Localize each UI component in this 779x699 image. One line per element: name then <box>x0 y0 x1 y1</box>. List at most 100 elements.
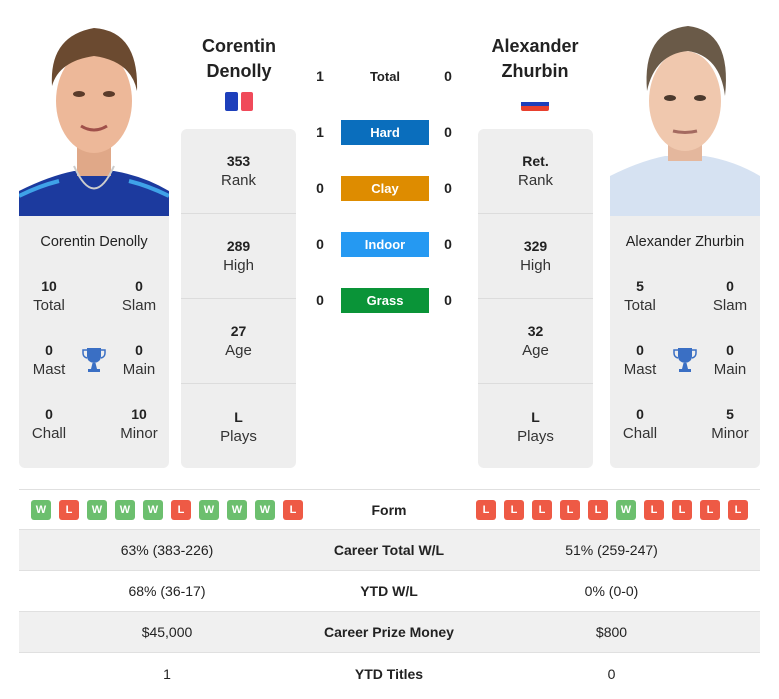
form-loss-badge[interactable]: L <box>504 499 524 520</box>
title-value: 0 <box>726 278 734 294</box>
h2h-p1-wins: 1 <box>316 68 324 84</box>
player1-card-name: Corentin Denolly <box>40 234 148 250</box>
form-win-badge[interactable]: W <box>143 499 163 520</box>
titles-minor: 10 Minor <box>109 404 169 444</box>
h2h-p1-wins: 0 <box>316 292 324 308</box>
form-win-badge[interactable]: W <box>87 499 107 520</box>
titles-minor: 5 Minor <box>700 404 760 444</box>
comparison-table: 63% (383-226) Career Total W/L 51% (259-… <box>19 530 760 694</box>
title-value: 10 <box>41 278 57 294</box>
stat-label: Age <box>225 342 252 359</box>
player2-form: LLLLLWLLLL <box>476 499 748 520</box>
title-value: 0 <box>636 342 644 358</box>
form-loss-badge[interactable]: L <box>59 499 79 520</box>
table-row: 1 YTD Titles 0 <box>19 653 760 694</box>
stat-value: 329 <box>523 238 548 254</box>
surface-badge-indoor[interactable]: Indoor <box>341 231 429 257</box>
player1-name-heading[interactable]: Corentin Denolly <box>174 34 304 84</box>
form-win-badge[interactable]: W <box>199 499 219 520</box>
player1-portrait-image <box>19 16 169 216</box>
player1-value: $45,000 <box>141 624 193 640</box>
player2-high: 329 High <box>478 214 593 299</box>
player2-photo <box>610 16 760 216</box>
title-label: Main <box>122 361 156 378</box>
player1-last-name: Denolly <box>206 61 272 81</box>
form-win-badge[interactable]: W <box>616 499 636 520</box>
form-loss-badge[interactable]: L <box>728 499 748 520</box>
surface-badge-hard[interactable]: Hard <box>341 119 429 145</box>
form-loss-badge[interactable]: L <box>171 499 191 520</box>
player2-card-name: Alexander Zhurbin <box>625 234 745 250</box>
stat-label: Rank <box>517 172 554 189</box>
form-win-badge[interactable]: W <box>227 499 247 520</box>
form-loss-badge[interactable]: L <box>476 499 496 520</box>
h2h-p2-wins: 0 <box>444 124 452 140</box>
title-label: Total <box>624 297 656 314</box>
player2-plays: L Plays <box>478 384 593 469</box>
player1-form: WLWWWLWWWL <box>31 499 303 520</box>
stat-value: 27 <box>230 323 247 339</box>
form-loss-badge[interactable]: L <box>283 499 303 520</box>
h2h-p2-wins: 0 <box>444 236 452 252</box>
row-label: Career Prize Money <box>324 624 454 640</box>
titles-mast: 0 Mast <box>610 340 670 380</box>
form-win-badge[interactable]: W <box>115 499 135 520</box>
form-loss-badge[interactable]: L <box>644 499 664 520</box>
stat-value: 32 <box>527 323 544 339</box>
titles-chall: 0 Chall <box>19 404 79 444</box>
title-value: 10 <box>131 406 147 422</box>
player2-stats-panel: Ret. Rank 329 High 32 Age L Plays <box>478 129 593 468</box>
stat-value: 289 <box>226 238 251 254</box>
surface-badge-clay[interactable]: Clay <box>341 175 429 201</box>
title-label: Minor <box>711 425 749 442</box>
stat-value: L <box>531 408 540 425</box>
player2-value: 0 <box>607 665 616 682</box>
france-flag-icon <box>225 92 253 111</box>
title-label: Slam <box>121 297 157 314</box>
player1-value: 1 <box>163 665 171 682</box>
stat-label: High <box>223 257 254 274</box>
stat-label: Plays <box>517 427 554 445</box>
table-row: 63% (383-226) Career Total W/L 51% (259-… <box>19 530 760 571</box>
title-value: 0 <box>45 406 53 422</box>
form-loss-badge[interactable]: L <box>532 499 552 520</box>
form-loss-badge[interactable]: L <box>700 499 720 520</box>
title-label: Minor <box>120 425 158 442</box>
form-loss-badge[interactable]: L <box>588 499 608 520</box>
titles-slam: 0 Slam <box>700 276 760 316</box>
player2-portrait-image <box>610 16 760 216</box>
form-win-badge[interactable]: W <box>255 499 275 520</box>
russia-flag-icon <box>521 97 549 111</box>
title-value: 0 <box>135 342 143 358</box>
player2-name-heading[interactable]: Alexander Zhurbin <box>470 34 600 84</box>
title-label: Chall <box>31 425 67 442</box>
player2-last-name: Zhurbin <box>501 61 569 81</box>
form-loss-badge[interactable]: L <box>560 499 580 520</box>
h2h-p2-wins: 0 <box>444 292 452 308</box>
form-win-badge[interactable]: W <box>31 499 51 520</box>
table-row: $45,000 Career Prize Money $800 <box>19 612 760 653</box>
player2-value: 51% (259-247) <box>565 542 658 558</box>
titles-total: 5 Total <box>610 276 670 316</box>
player1-high: 289 High <box>181 214 296 299</box>
titles-main: 0 Main <box>109 340 169 380</box>
h2h-p2-wins: 0 <box>444 180 452 196</box>
player1-stats-panel: 353 Rank 289 High 27 Age L Plays <box>181 129 296 468</box>
player2-first-name: Alexander <box>491 36 579 56</box>
title-label: Mast <box>623 361 657 378</box>
trophy-icon <box>82 348 106 372</box>
h2h-p2-wins: 0 <box>444 68 452 84</box>
h2h-row-indoor: 0 Indoor 0 <box>310 231 460 257</box>
titles-chall: 0 Chall <box>610 404 670 444</box>
title-label: Chall <box>622 425 658 442</box>
h2h-row-total: 1 Total 0 <box>310 64 460 88</box>
titles-slam: 0 Slam <box>109 276 169 316</box>
form-loss-badge[interactable]: L <box>672 499 692 520</box>
title-value: 0 <box>726 342 734 358</box>
player2-titles-card: Alexander Zhurbin 5 Total 0 Slam 0 Mast 0 Ma… <box>610 216 760 468</box>
player1-photo <box>19 16 169 216</box>
stat-value: L <box>234 408 243 425</box>
surface-badge-grass[interactable]: Grass <box>341 287 429 313</box>
h2h-row-hard: 1 Hard 0 <box>310 119 460 145</box>
title-label: Slam <box>712 297 748 314</box>
